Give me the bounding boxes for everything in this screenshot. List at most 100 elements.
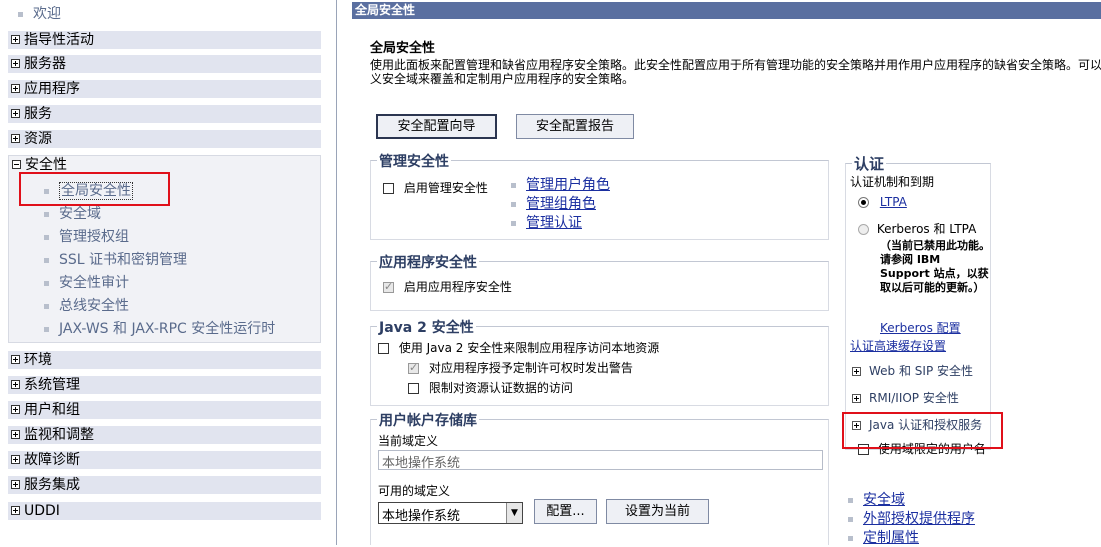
bullet-icon <box>848 498 853 503</box>
nav-category-system-admin[interactable]: 系统管理 <box>8 376 321 394</box>
bullet-icon <box>44 303 49 309</box>
nav-category-resources[interactable]: 资源 <box>8 130 321 148</box>
expand-plus-icon[interactable] <box>11 58 20 68</box>
page-title: 全局安全性 <box>370 41 436 56</box>
set-current-button[interactable]: 设置为当前 <box>606 499 709 524</box>
expand-plus-icon[interactable] <box>11 505 20 515</box>
nav-item-jaxws-runtime[interactable]: JAX-WS 和 JAX-RPC 安全性运行时 <box>44 318 275 338</box>
java2-security-title: Java 2 安全性 <box>377 317 476 337</box>
security-wizard-button[interactable]: 安全配置向导 <box>376 114 497 139</box>
kerberos-radio[interactable] <box>858 224 869 235</box>
enable-app-security-label: 启用应用程序安全性 <box>403 280 512 294</box>
use-java2-security-label: 使用 Java 2 安全性来限制应用程序访问本地资源 <box>398 341 660 355</box>
enable-admin-security-checkbox[interactable] <box>383 183 394 194</box>
configure-button[interactable]: 配置... <box>534 499 597 524</box>
expand-plus-icon[interactable] <box>11 379 20 389</box>
enable-app-security-checkbox[interactable] <box>383 280 394 293</box>
nav-category-users-groups[interactable]: 用户和组 <box>8 401 321 419</box>
user-registry-title: 用户帐户存储库 <box>377 410 479 430</box>
bullet-icon <box>848 517 853 522</box>
bullet-icon <box>511 183 516 188</box>
nav-category-uddi[interactable]: UDDI <box>8 502 321 520</box>
bullet-icon <box>44 211 49 217</box>
user-registry-group: 用户帐户存储库 当前域定义 本地操作系统 可用的域定义 本地操作系统 ▼ 配置.… <box>370 410 829 545</box>
restrict-auth-data-checkbox[interactable] <box>408 383 419 394</box>
nav-category-environment[interactable]: 环境 <box>8 351 321 369</box>
main-content: 全局安全性 全局安全性 使用此面板来配置管理和缺省应用程序安全策略。此安全性配置… <box>345 0 1101 547</box>
related-external-auth-link[interactable]: 外部授权提供程序 <box>848 508 975 528</box>
expand-plus-icon[interactable] <box>11 479 20 489</box>
ltpa-radio[interactable] <box>858 197 869 208</box>
use-java2-security-checkbox[interactable] <box>378 343 389 354</box>
nav-item-ssl-certs[interactable]: SSL 证书和密钥管理 <box>44 249 187 269</box>
page-description: 使用此面板来配置管理和缺省应用程序安全策略。此安全性配置应用于所有管理功能的安全… <box>370 58 1101 86</box>
nav-category-monitoring[interactable]: 监视和调整 <box>8 426 321 444</box>
warn-custom-permission-label: 对应用程序授予定制许可权时发出警告 <box>428 361 633 375</box>
security-report-button[interactable]: 安全配置报告 <box>516 114 634 139</box>
available-realm-select[interactable]: 本地操作系统 ▼ <box>378 502 523 524</box>
expand-plus-icon[interactable] <box>852 394 861 403</box>
expand-plus-icon[interactable] <box>11 108 20 118</box>
nav-item-admin-auth-groups[interactable]: 管理授权组 <box>44 226 129 246</box>
kerberos-label: Kerberos 和 LTPA <box>876 222 977 236</box>
warn-custom-permission-checkbox[interactable] <box>408 361 419 374</box>
collapse-minus-icon[interactable] <box>12 159 21 169</box>
kerberos-config-link[interactable]: Kerberos 配置 <box>880 319 961 336</box>
app-security-title: 应用程序安全性 <box>377 252 479 272</box>
nav-category-services[interactable]: 服务 <box>8 105 321 123</box>
restrict-auth-data-label: 限制对资源认证数据的访问 <box>428 381 573 395</box>
app-security-row: 启用应用程序安全性 <box>383 278 512 295</box>
rmi-iiop-security-item[interactable]: RMI/IIOP 安全性 <box>852 389 959 406</box>
authentication-group: 认证 认证机制和到期 LTPA Kerberos 和 LTPA （当前已禁用此功… <box>845 153 991 456</box>
panel-divider[interactable] <box>336 0 337 545</box>
related-security-domains-link[interactable]: 安全域 <box>848 489 905 509</box>
highlight-annotation <box>19 172 170 206</box>
related-custom-props-link[interactable]: 定制属性 <box>848 527 919 547</box>
web-sip-security-item[interactable]: Web 和 SIP 安全性 <box>852 362 973 379</box>
nav-category-applications[interactable]: 应用程序 <box>8 80 321 98</box>
bullet-icon <box>44 326 49 332</box>
bullet-icon <box>511 221 516 226</box>
nav-category-servers[interactable]: 服务器 <box>8 55 321 73</box>
nav-item-bus-security[interactable]: 总线安全性 <box>44 295 129 315</box>
ltpa-link[interactable]: LTPA <box>880 195 907 209</box>
bullet-icon <box>44 234 49 240</box>
window-title-bar: 全局安全性 <box>352 2 1101 19</box>
admin-security-group: 管理安全性 启用管理安全性 管理用户角色 管理组角色 管理认证 <box>370 151 829 240</box>
nav-category-guided-activities[interactable]: 指导性活动 <box>8 31 321 49</box>
admin-group-roles-link[interactable]: 管理组角色 <box>511 193 596 213</box>
dropdown-arrow-icon[interactable]: ▼ <box>506 503 522 523</box>
nav-category-service-integration[interactable]: 服务集成 <box>8 476 321 494</box>
admin-user-roles-link[interactable]: 管理用户角色 <box>511 174 610 194</box>
nav-item-security-audit[interactable]: 安全性审计 <box>44 272 129 292</box>
bullet-icon <box>44 280 49 286</box>
java2-restrict-row: 限制对资源认证数据的访问 <box>408 379 573 396</box>
bullet-icon <box>18 11 23 17</box>
expand-plus-icon[interactable] <box>11 354 20 364</box>
expand-plus-icon[interactable] <box>11 404 20 414</box>
java2-security-group: Java 2 安全性 使用 Java 2 安全性来限制应用程序访问本地资源 对应… <box>370 317 829 406</box>
kerberos-disabled-note: （当前已禁用此功能。请参阅 IBM Support 站点，以获取以后可能的更新。… <box>880 239 990 294</box>
admin-security-title: 管理安全性 <box>377 151 451 171</box>
bullet-icon <box>511 202 516 207</box>
navigation-tree: 欢迎 指导性活动 服务器 应用程序 服务 资源 安全性 全局安全性 安全域 管理… <box>0 0 330 545</box>
nav-item-security-domains[interactable]: 安全域 <box>44 203 101 223</box>
enable-admin-security-label: 启用管理安全性 <box>403 181 488 195</box>
nav-welcome[interactable]: 欢迎 <box>18 3 61 23</box>
current-realm-field[interactable]: 本地操作系统 <box>378 450 823 471</box>
auth-cache-settings-link[interactable]: 认证高速缓存设置 <box>850 337 946 354</box>
expand-plus-icon[interactable] <box>11 133 20 143</box>
app-security-group: 应用程序安全性 启用应用程序安全性 <box>370 252 829 311</box>
bullet-icon <box>848 536 853 541</box>
expand-plus-icon[interactable] <box>11 34 20 44</box>
expand-plus-icon[interactable] <box>11 454 20 464</box>
admin-authentication-link[interactable]: 管理认证 <box>511 212 582 232</box>
java2-warn-row: 对应用程序授予定制许可权时发出警告 <box>408 359 633 376</box>
expand-plus-icon[interactable] <box>11 83 20 93</box>
expand-plus-icon[interactable] <box>852 367 861 376</box>
expand-plus-icon[interactable] <box>11 429 20 439</box>
auth-mechanism-label: 认证机制和到期 <box>850 175 935 189</box>
nav-category-troubleshooting[interactable]: 故障诊断 <box>8 451 321 469</box>
authentication-title: 认证 <box>852 153 887 174</box>
kerberos-row: Kerberos 和 LTPA <box>858 220 976 237</box>
